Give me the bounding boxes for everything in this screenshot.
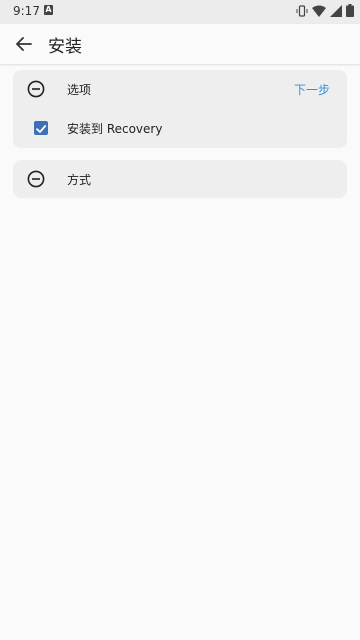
status-bar: 9:17 A <box>0 0 360 24</box>
signal-icon <box>330 4 342 17</box>
install-to-recovery-checkbox[interactable] <box>34 121 48 135</box>
status-time: 9:17 <box>13 4 40 18</box>
notification-icon: A <box>44 5 53 15</box>
battery-icon <box>346 4 354 17</box>
next-step-button[interactable]: 下一步 <box>294 81 330 98</box>
check-icon <box>36 125 47 133</box>
minus-circle-icon[interactable] <box>27 80 45 98</box>
status-icons <box>296 4 354 17</box>
install-to-recovery-row[interactable]: 安装到 Recovery <box>13 109 347 147</box>
method-label: 方式 <box>67 172 92 187</box>
minus-circle-icon[interactable] <box>27 170 45 188</box>
install-to-recovery-label: 安装到 Recovery <box>67 121 163 136</box>
options-header-row[interactable]: 选项 下一步 <box>13 70 347 108</box>
arrow-left-icon <box>16 37 32 51</box>
vibrate-icon <box>296 4 308 17</box>
wifi-icon <box>312 5 326 17</box>
app-bar: 安装 <box>0 24 360 64</box>
method-header-row[interactable]: 方式 <box>13 160 347 198</box>
method-card: 方式 <box>13 160 347 198</box>
options-card: 选项 下一步 安装到 Recovery <box>13 70 347 148</box>
options-label: 选项 <box>67 82 92 97</box>
back-button[interactable] <box>10 30 38 58</box>
page-title: 安装 <box>48 37 82 57</box>
